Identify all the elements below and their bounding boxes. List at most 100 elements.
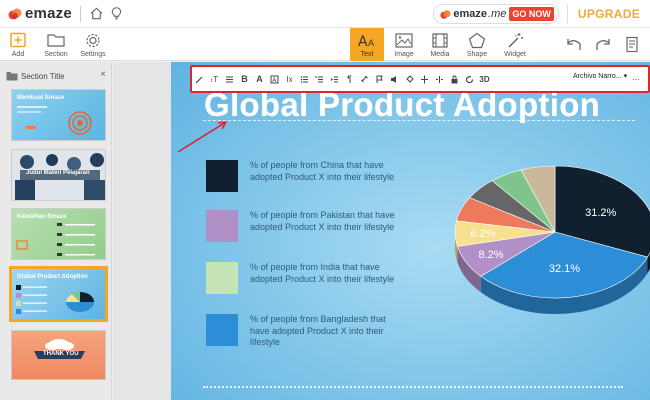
align-icon[interactable]: [222, 67, 237, 91]
settings-button[interactable]: Settings: [78, 28, 108, 61]
text-size-icon[interactable]: ₜT: [207, 67, 222, 91]
upgrade-button[interactable]: UPGRADE: [578, 7, 640, 21]
section-title[interactable]: Section Title: [21, 72, 65, 81]
legend-item-pakistan[interactable]: % of people from Pakistan that have adop…: [206, 210, 406, 254]
media-tool-label: Media: [430, 50, 450, 58]
svg-text:A: A: [358, 34, 368, 49]
legend-text: % of people from Bangladesh that have ad…: [250, 314, 386, 347]
thumbnail-chart: [16, 285, 94, 314]
emaze-me-logo-icon: [440, 9, 452, 20]
notes-button[interactable]: [621, 28, 643, 61]
bullet-list-icon[interactable]: [297, 67, 312, 91]
pie-data-label: 8.2%: [479, 249, 504, 261]
folder-icon: [6, 72, 18, 81]
shape-tool-label: Shape: [466, 50, 488, 58]
main-toolbar: Add Section Settings AA Text Image Media: [0, 28, 650, 61]
slide-thumbnail-title: THANK YOU: [43, 351, 79, 357]
slide-thumbnail-selected[interactable]: Global Product Adoption: [9, 266, 108, 322]
font-style-icon[interactable]: A: [252, 67, 267, 91]
slide-thumbnail[interactable]: THANK YOU: [11, 330, 106, 380]
lightbulb-icon[interactable]: [109, 6, 125, 22]
bold-icon[interactable]: B: [237, 67, 252, 91]
legend-swatch: [206, 262, 238, 294]
film-icon: [429, 32, 451, 50]
gear-icon: [82, 32, 104, 50]
font-family-select[interactable]: Archivo Narro... ▾: [573, 72, 627, 80]
legend-swatch: [206, 160, 238, 192]
plus-square-icon: [7, 32, 29, 50]
slides-sidebar: Section Title × Membuat Emaze Judul Mate…: [0, 62, 112, 400]
text-tool-button[interactable]: AA Text: [350, 28, 384, 61]
numbered-list-icon[interactable]: [312, 67, 327, 91]
slide-thumbnail[interactable]: Kelebihan Emaze: [11, 208, 106, 260]
paragraph-icon[interactable]: ¶: [342, 67, 357, 91]
widget-tool-label: Widget: [504, 50, 526, 58]
font-color-icon[interactable]: A: [267, 67, 282, 91]
divider: [566, 5, 568, 23]
speaker-icon[interactable]: [387, 67, 402, 91]
pen-icon[interactable]: [192, 67, 207, 91]
thumbnail-artwork: [16, 223, 95, 256]
shape-tool-button[interactable]: Shape: [463, 28, 491, 61]
pie-data-label: 31.2%: [585, 207, 616, 219]
slide-thumbnail-title: Judul Materi Pelajaran: [26, 170, 90, 176]
legend-swatch: [206, 210, 238, 242]
outdent-icon[interactable]: [327, 67, 342, 91]
pie-chart[interactable]: 31.2% 32.1% 8.2% 6.2%: [447, 162, 650, 342]
legend-item-china[interactable]: % of people from China that have adopted…: [206, 160, 406, 204]
thumbnail-artwork: [17, 106, 92, 135]
legend-item-bangladesh[interactable]: % of people from Bangladesh that have ad…: [206, 314, 406, 358]
emaze-logo-icon: [8, 7, 22, 21]
media-tool-button[interactable]: Media: [426, 28, 454, 61]
flag-icon[interactable]: [372, 67, 387, 91]
paint-bucket-icon[interactable]: [402, 67, 417, 91]
slide-thumbnail[interactable]: Judul Materi Pelajaran: [11, 149, 106, 201]
pie-data-label: 32.1%: [549, 263, 580, 275]
divider: [79, 5, 81, 22]
logo-text: emaze: [25, 5, 72, 22]
chevron-down-icon: ▾: [623, 73, 628, 80]
refresh-icon[interactable]: [462, 67, 477, 91]
slide-thumbnail[interactable]: Membuat Emaze: [11, 89, 106, 141]
emaze-me-suffix: .me: [488, 8, 507, 20]
legend-swatch: [206, 314, 238, 346]
clear-format-icon[interactable]: Ix: [282, 67, 297, 91]
text-tool-label: Text: [360, 50, 374, 58]
redo-button[interactable]: [591, 28, 615, 61]
link-icon[interactable]: [357, 67, 372, 91]
settings-label: Settings: [80, 50, 106, 58]
home-icon[interactable]: [89, 6, 105, 22]
text-format-toolbar: ₜT B A A Ix ¶ 3D Archivo Narro... ▾ ...: [190, 65, 650, 93]
more-options-icon[interactable]: ...: [632, 72, 640, 82]
slide-canvas[interactable]: Global Product Adoption % of people from…: [171, 62, 650, 400]
undo-button[interactable]: [562, 28, 586, 61]
folder-icon: [45, 32, 67, 50]
annotation-arrow: [177, 121, 227, 153]
legend-text: % of people from India that have adopted…: [250, 262, 395, 284]
emaze-logo[interactable]: emaze: [8, 0, 72, 28]
legend-item-india[interactable]: % of people from India that have adopted…: [206, 262, 406, 306]
font-family-value: Archivo Narro...: [573, 73, 622, 80]
lock-icon[interactable]: [447, 67, 462, 91]
legend-text: % of people from China that have adopted…: [250, 160, 395, 182]
section-label: Section: [44, 50, 68, 58]
section-button[interactable]: Section: [40, 28, 72, 61]
title-selection-outline: [203, 120, 635, 121]
dotted-divider: [203, 386, 623, 388]
vertical-align-icon[interactable]: [417, 67, 432, 91]
pie-data-label: 6.2%: [470, 228, 495, 240]
image-tool-label: Image: [394, 50, 414, 58]
image-tool-button[interactable]: Image: [390, 28, 418, 61]
notes-icon: [621, 36, 643, 54]
add-button[interactable]: Add: [4, 28, 32, 61]
go-now-badge: GO NOW: [509, 7, 554, 21]
undo-icon: [563, 36, 585, 54]
3d-button[interactable]: 3D: [477, 67, 492, 91]
widget-tool-button[interactable]: Widget: [499, 28, 531, 61]
magic-wand-icon: [504, 32, 526, 50]
section-header: Section Title ×: [6, 69, 106, 82]
emaze-me-text: emaze: [453, 8, 488, 20]
horizontal-align-icon[interactable]: [432, 67, 447, 91]
emaze-me-go-now-button[interactable]: emaze .me GO NOW: [433, 4, 559, 24]
close-icon[interactable]: ×: [100, 69, 106, 80]
